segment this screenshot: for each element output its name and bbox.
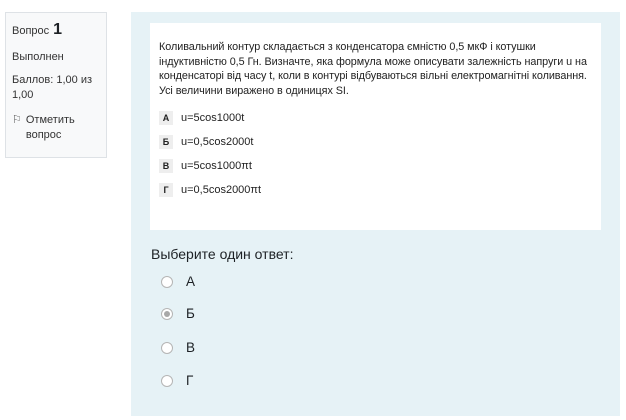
option-letter: А (159, 111, 173, 125)
option-formula: u=5cos1000πt (181, 160, 252, 172)
radio-button[interactable] (161, 341, 173, 354)
answer-label[interactable]: А (186, 274, 195, 289)
answer-prompt: Выберите один ответ: (151, 246, 294, 262)
option-row: А u=5cos1000t (159, 108, 592, 128)
answer-label[interactable]: Г (186, 373, 193, 388)
question-state: Выполнен (12, 51, 64, 63)
question-text: Коливальний контур складається з конденс… (159, 41, 587, 97)
answer-option-b[interactable]: Б (161, 306, 195, 321)
flag-question-link[interactable]: ⚐ Отметить вопрос (12, 113, 100, 143)
answer-option-c[interactable]: В (161, 340, 195, 355)
option-letter: В (159, 159, 173, 173)
answer-label[interactable]: В (186, 340, 195, 355)
question-text-image: Коливальний контур складається з конденс… (150, 23, 601, 230)
option-letter: Г (159, 183, 173, 197)
question-label: Вопрос (12, 25, 50, 37)
option-formula: u=5cos1000t (181, 112, 245, 124)
question-number-value: 1 (53, 21, 63, 38)
answer-option-d[interactable]: Г (161, 373, 193, 388)
option-row: Г u=0,5cos2000πt (159, 180, 592, 200)
flag-icon: ⚐ (12, 114, 22, 126)
radio-button[interactable] (161, 374, 173, 387)
option-row: Б u=0,5cos2000t (159, 132, 592, 152)
question-number: Вопрос 1 (12, 21, 100, 39)
flag-label: Отметить вопрос (25, 114, 75, 141)
option-formula: u=0,5cos2000πt (181, 184, 262, 196)
answer-option-a[interactable]: А (161, 274, 195, 289)
option-row: В u=5cos1000πt (159, 156, 592, 176)
question-options: А u=5cos1000t Б u=0,5cos2000t В u=5cos10… (159, 108, 592, 200)
question-content: Коливальний контур складається з конденс… (131, 12, 620, 416)
question-info-panel: Вопрос 1 Выполнен Баллов: 1,00 из 1,00 ⚐… (5, 12, 107, 158)
option-letter: Б (159, 135, 173, 149)
option-formula: u=0,5cos2000t (181, 136, 254, 148)
radio-button[interactable] (161, 307, 173, 320)
answer-label[interactable]: Б (186, 306, 195, 321)
radio-button[interactable] (161, 275, 173, 288)
question-grade: Баллов: 1,00 из 1,00 (12, 74, 93, 101)
